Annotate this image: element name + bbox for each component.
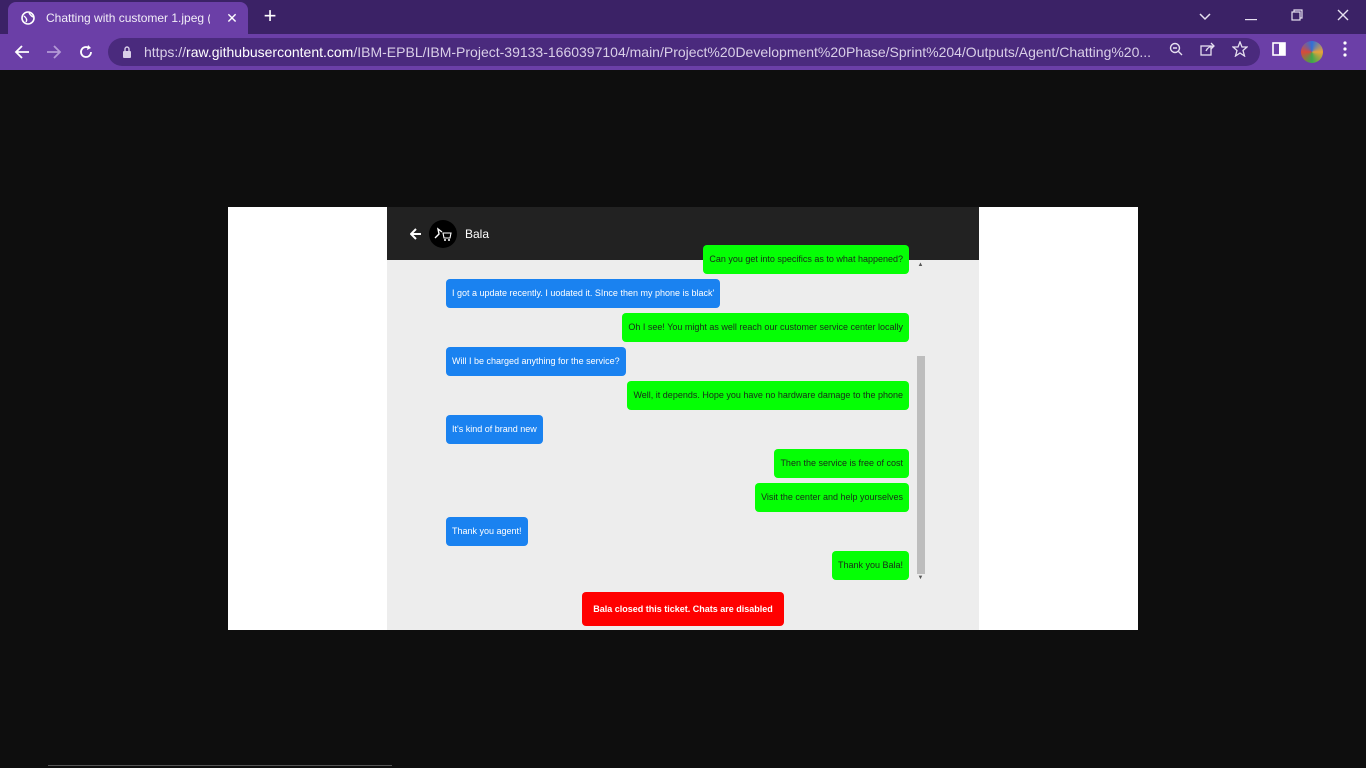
browser-titlebar: Chatting with customer 1.jpeg (1 ✕ + <box>0 0 1366 34</box>
agent-message: Well, it depends. Hope you have no hardw… <box>627 381 909 410</box>
scroll-up-arrow-icon[interactable]: ▲ <box>916 261 925 269</box>
screenshot-image[interactable]: Bala Can you get into specifics as to wh… <box>228 207 1138 630</box>
user-message: Will I be charged anything for the servi… <box>446 347 626 376</box>
chat-app: Bala Can you get into specifics as to wh… <box>387 207 979 630</box>
divider <box>48 765 392 766</box>
bookmark-star-icon[interactable] <box>1231 40 1249 58</box>
url-text: https://raw.githubusercontent.com/IBM-EP… <box>144 44 1154 60</box>
side-panel-icon[interactable] <box>1270 40 1288 58</box>
user-message: It's kind of brand new <box>446 415 543 444</box>
message-scrollbar[interactable]: ▲ ▼ <box>916 261 925 581</box>
url-path: /IBM-EPBL/IBM-Project-39133-1660397104/m… <box>353 44 1152 60</box>
message-list[interactable]: Can you get into specifics as to what ha… <box>387 245 979 581</box>
forward-button[interactable] <box>42 40 66 64</box>
zoom-icon[interactable] <box>1167 40 1185 58</box>
tab-title: Chatting with customer 1.jpeg (1 <box>46 11 210 25</box>
agent-message: Thank you Bala! <box>831 551 909 580</box>
back-arrow-icon[interactable] <box>409 227 423 241</box>
scroll-down-arrow-icon[interactable]: ▼ <box>916 574 925 582</box>
brand-logo-icon <box>429 219 457 248</box>
address-bar[interactable]: https://raw.githubusercontent.com/IBM-EP… <box>108 38 1260 66</box>
close-window-button[interactable] <box>1328 4 1358 30</box>
reload-button[interactable] <box>74 40 98 64</box>
agent-message: Visit the center and help yourselves <box>755 483 909 512</box>
tab-close-button[interactable]: ✕ <box>224 10 240 26</box>
agent-message: Can you get into specifics as to what ha… <box>703 245 909 274</box>
image-viewport: Bala Can you get into specifics as to wh… <box>0 70 1366 768</box>
back-button[interactable] <box>10 40 34 64</box>
url-host: raw.githubusercontent.com <box>186 44 354 60</box>
minimize-button[interactable] <box>1236 4 1266 30</box>
new-tab-button[interactable]: + <box>258 5 282 29</box>
scroll-thumb[interactable] <box>917 356 925 574</box>
agent-message: Then the service is free of cost <box>774 449 909 478</box>
user-message: I got a update recently. I uodated it. S… <box>446 279 721 308</box>
profile-avatar[interactable] <box>1301 41 1323 63</box>
url-scheme: https:// <box>144 44 187 60</box>
agent-message: Oh I see! You might as well reach our cu… <box>622 313 909 342</box>
globe-icon <box>20 10 36 26</box>
share-icon[interactable] <box>1199 40 1217 58</box>
user-message: Thank you agent! <box>446 517 528 546</box>
tab-search-chevron-icon[interactable] <box>1190 4 1220 30</box>
browser-toolbar: https://raw.githubusercontent.com/IBM-EP… <box>0 34 1366 70</box>
contact-name: Bala <box>465 226 490 241</box>
menu-kebab-icon[interactable] <box>1336 40 1354 58</box>
restore-button[interactable] <box>1282 4 1312 30</box>
lock-icon[interactable] <box>120 45 134 59</box>
ticket-closed-notice: Bala closed this ticket. Chats are disab… <box>582 592 784 626</box>
browser-tab[interactable]: Chatting with customer 1.jpeg (1 ✕ <box>8 2 248 34</box>
